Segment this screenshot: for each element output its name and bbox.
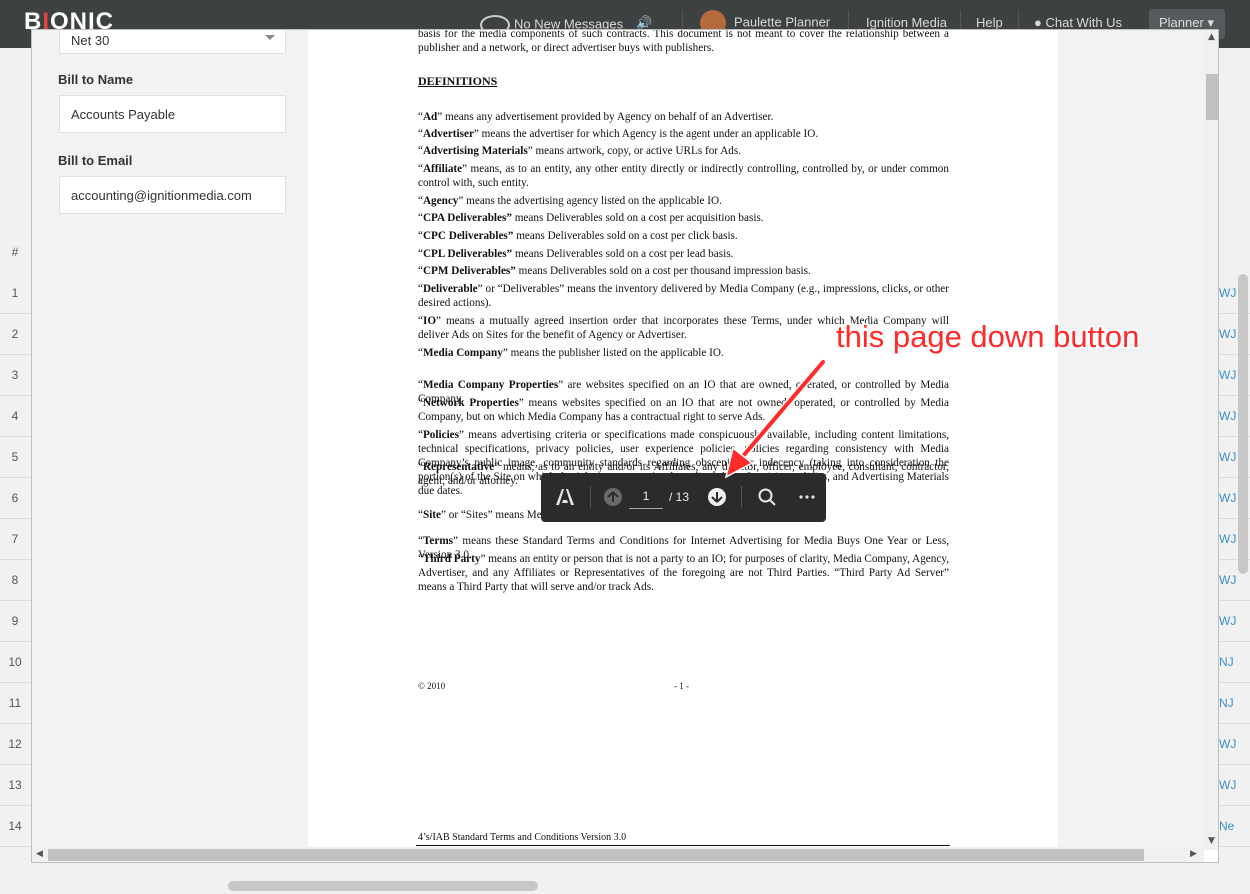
annotation-label: this page down button (836, 319, 1140, 354)
annotation-arrow (724, 358, 827, 479)
